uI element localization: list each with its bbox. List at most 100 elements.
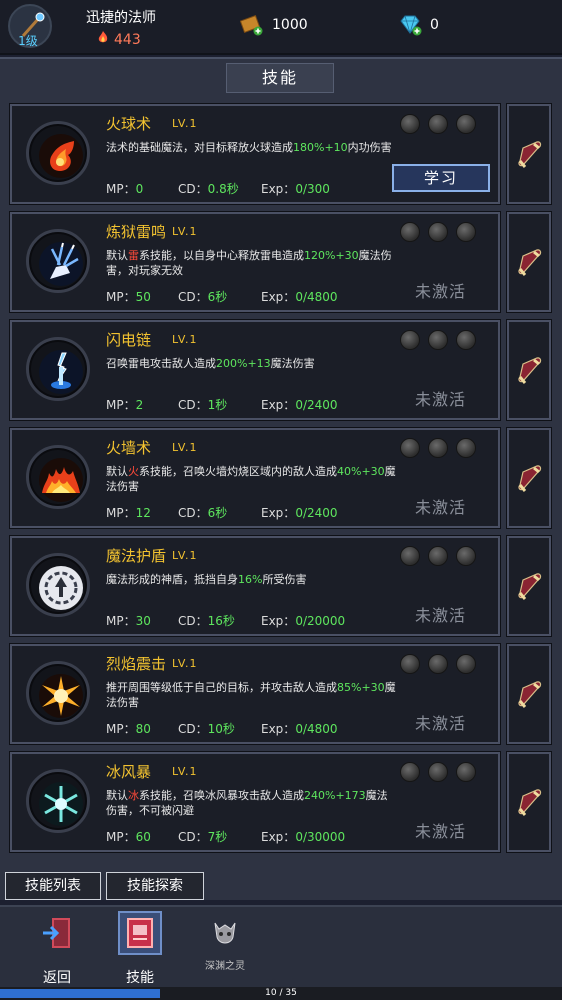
mp-stat: MP：60: [106, 828, 151, 845]
abyss-spirit-button[interactable]: 深渊之灵: [195, 913, 255, 983]
rune-slot[interactable]: [428, 222, 448, 242]
cd-stat: CD：1秒: [178, 396, 227, 413]
inactive-status: 未激活: [415, 606, 467, 625]
rune-slot[interactable]: [456, 546, 476, 566]
skill-description: 默认冰系技能，召唤冰风暴攻击敌人造成240%+173魔法伤害，不可被闪避: [106, 788, 396, 818]
skill-scroll-button[interactable]: [506, 751, 552, 853]
desc-highlight-value: 240%+173: [304, 789, 366, 802]
skill-description: 推开周围等级低于自己的目标，并攻击敌人造成85%+30魔法伤害: [106, 680, 396, 710]
exp-stat: Exp：0/30000: [261, 828, 345, 845]
rune-slot[interactable]: [400, 762, 420, 782]
skill-card[interactable]: 火墙术 LV.1 默认火系技能，召唤火墙灼烧区域内的敌人造成40%+30魔法伤害…: [9, 427, 501, 529]
mp-label: MP：: [106, 182, 136, 196]
exp-stat: Exp：0/300: [261, 180, 330, 197]
top-status-bar: 1级 迅捷的法师 443 1000 0: [0, 0, 562, 55]
skill-card[interactable]: 魔法护盾 LV.1 魔法形成的神盾，抵挡自身16%所受伤害 MP：30 CD：1…: [9, 535, 501, 637]
rune-slot[interactable]: [456, 438, 476, 458]
skill-level: LV.1: [172, 765, 198, 778]
mp-stat: MP：2: [106, 396, 143, 413]
rune-slot[interactable]: [456, 222, 476, 242]
cd-value: 1秒: [207, 398, 228, 412]
abyss-spirit-label: 深渊之灵: [205, 961, 245, 972]
rune-slot[interactable]: [400, 546, 420, 566]
back-button[interactable]: 返回: [27, 913, 87, 986]
skill-scroll-button[interactable]: [506, 535, 552, 637]
skill-card[interactable]: 烈焰震击 LV.1 推开周围等级低于自己的目标，并攻击敌人造成85%+30魔法伤…: [9, 643, 501, 745]
tab-skill-explore[interactable]: 技能探索: [106, 872, 204, 900]
skill-subtabs: 技能列表 技能探索: [0, 872, 562, 902]
desc-text: 所受伤害: [262, 573, 307, 586]
rune-slot[interactable]: [456, 114, 476, 134]
skill-nav-button[interactable]: 技能: [110, 911, 170, 986]
rune-slot[interactable]: [400, 330, 420, 350]
desc-highlight-value: 16%: [238, 573, 263, 586]
skill-level: LV.1: [172, 657, 198, 670]
rune-slot[interactable]: [400, 114, 420, 134]
thunder-hand-icon: [26, 229, 90, 293]
rune-slot[interactable]: [428, 438, 448, 458]
rune-slot[interactable]: [428, 762, 448, 782]
exp-value: 0/300: [295, 182, 330, 196]
skill-level: LV.1: [172, 549, 198, 562]
flame-burst-icon: [26, 661, 90, 725]
skill-row: 闪电链 LV.1 召唤雷电攻击敌人造成200%+13魔法伤害 MP：2 CD：1…: [0, 319, 562, 421]
skill-scroll-button[interactable]: [506, 643, 552, 745]
skill-level: LV.1: [172, 333, 198, 346]
skill-level: LV.1: [172, 117, 198, 130]
skill-card[interactable]: 冰风暴 LV.1 默认冰系技能，召唤冰风暴攻击敌人造成240%+173魔法伤害，…: [9, 751, 501, 853]
desc-text: 系技能，以自身中心释放雷电造成: [139, 249, 304, 262]
skill-name: 闪电链: [106, 331, 152, 349]
rune-slot[interactable]: [456, 654, 476, 674]
rune-slot[interactable]: [456, 330, 476, 350]
skill-card[interactable]: 炼狱雷鸣 LV.1 默认雷系技能，以自身中心释放雷电造成120%+30魔法伤害，…: [9, 211, 501, 313]
rune-slot[interactable]: [400, 654, 420, 674]
combat-power: 443: [96, 30, 141, 48]
learn-button[interactable]: 学习: [392, 164, 490, 192]
cd-value: 6秒: [207, 290, 228, 304]
skill-row: 火球术 LV.1 法术的基础魔法，对目标释放火球造成180%+10内功伤害 MP…: [0, 103, 562, 205]
mp-value: 2: [135, 398, 144, 412]
desc-element: 冰: [128, 789, 139, 802]
gem-counter[interactable]: 0: [398, 14, 439, 36]
skill-card[interactable]: 火球术 LV.1 法术的基础魔法，对目标释放火球造成180%+10内功伤害 MP…: [9, 103, 501, 205]
rune-slot[interactable]: [428, 546, 448, 566]
skill-scroll-button[interactable]: [506, 319, 552, 421]
skill-name: 冰风暴: [106, 763, 152, 781]
gem-value: 0: [430, 17, 439, 33]
rune-slot[interactable]: [428, 114, 448, 134]
skill-scroll-button[interactable]: [506, 211, 552, 313]
skill-card[interactable]: 闪电链 LV.1 召唤雷电攻击敌人造成200%+13魔法伤害 MP：2 CD：1…: [9, 319, 501, 421]
skill-scroll-button[interactable]: [506, 103, 552, 205]
exp-stat: Exp：0/20000: [261, 612, 345, 629]
desc-highlight-value: 120%+30: [304, 249, 359, 262]
lightning-chain-icon: [26, 337, 90, 401]
cd-stat: CD：16秒: [178, 612, 235, 629]
skill-row: 炼狱雷鸣 LV.1 默认雷系技能，以自身中心释放雷电造成120%+30魔法伤害，…: [0, 211, 562, 313]
player-level: 1级: [18, 34, 38, 48]
skill-name: 烈焰震击: [106, 655, 167, 673]
rune-slot[interactable]: [428, 330, 448, 350]
rune-slot[interactable]: [428, 654, 448, 674]
desc-text: 法术的基础魔法，对目标释放火球造成: [106, 141, 293, 154]
skill-level: LV.1: [172, 225, 198, 238]
exp-label: Exp：: [261, 830, 296, 844]
rune-slots: [400, 438, 480, 460]
rune-slot[interactable]: [400, 438, 420, 458]
skill-description: 默认火系技能，召唤火墙灼烧区域内的敌人造成40%+30魔法伤害: [106, 464, 396, 494]
skill-level: LV.1: [172, 441, 198, 454]
panel-title: 技能: [226, 63, 334, 93]
rune-slot[interactable]: [456, 762, 476, 782]
rune-slot[interactable]: [400, 222, 420, 242]
skill-row: 冰风暴 LV.1 默认冰系技能，召唤冰风暴攻击敌人造成240%+173魔法伤害，…: [0, 751, 562, 853]
skill-name: 火球术: [106, 115, 152, 133]
skill-scroll-button[interactable]: [506, 427, 552, 529]
rune-slots: [400, 114, 480, 136]
mp-label: MP：: [106, 506, 136, 520]
exp-value: 0/4800: [295, 290, 338, 304]
tab-skill-list[interactable]: 技能列表: [5, 872, 101, 900]
gold-counter[interactable]: 1000: [239, 14, 308, 36]
exp-stat: Exp：0/2400: [261, 396, 338, 413]
cd-stat: CD：6秒: [178, 504, 227, 521]
cd-stat: CD：10秒: [178, 720, 235, 737]
gem-add-icon: [398, 14, 422, 36]
